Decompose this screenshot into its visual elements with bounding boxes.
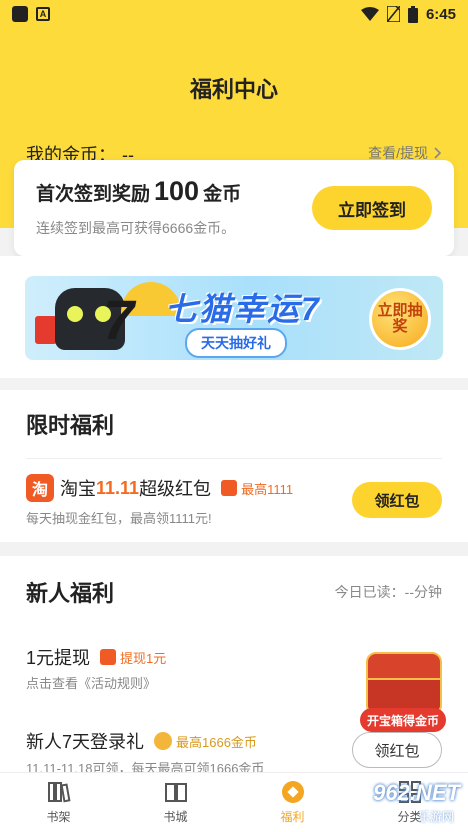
tab-label: 书架 [46,810,71,824]
a-notification-icon: A [36,7,50,21]
section-title-newbie: 新人福利 [26,581,115,606]
tab-label: 书城 [163,810,188,824]
signin-title-prefix: 首次签到奖励 [36,184,151,205]
signin-subtitle: 连续签到最高可获得6666金币。 [36,220,236,236]
taobao-title-prefix: 淘宝 [60,479,96,499]
banner-pill: 天天抽好礼 [185,328,287,358]
signin-title-suffix: 金币 [203,184,242,205]
max-badge: 最高1111 [221,479,293,498]
signin-button[interactable]: 立即签到 [312,186,432,230]
signin-card: 首次签到奖励 100 金币 连续签到最高可获得6666金币。 立即签到 [14,160,454,256]
status-time: 6:45 [425,5,456,23]
chevron-right-icon [434,147,442,159]
chest-lid-icon [366,652,442,680]
claim-redpacket-button[interactable]: 领红包 [352,482,442,518]
withdraw-title: 1元提现 [26,648,91,668]
tab-label: 福利 [280,810,305,824]
battery-icon [407,5,418,23]
status-bar: A 6:45 [0,0,468,28]
banner-section: 7 七猫幸运7 天天抽好礼 立即抽奖 [0,256,468,378]
chest-body-icon [366,678,442,712]
bookshelf-icon [47,782,71,803]
max-badge-label: 最高1111 [241,481,294,497]
seven-logo-icon: 7 [103,288,135,351]
section-title-limited: 限时福利 [26,413,115,438]
taobao-title-suffix: 超级红包 [139,479,212,499]
watermark-logo: 962.NET [373,780,460,805]
no-sim-icon [386,6,400,22]
coin-icon [154,732,173,750]
wifi-icon [360,7,379,21]
divider [26,458,442,459]
login-gift-button[interactable]: 领红包 [352,732,442,768]
withdraw-badge: 提现1元 [100,648,166,667]
rules-link[interactable]: 点击查看《活动规则》 [26,673,156,692]
signin-title-amount: 100 [154,176,200,206]
withdraw-row-title[interactable]: 1元提现 提现1元 [26,644,166,670]
book-icon [164,783,187,802]
tab-bookshelf[interactable]: 书架 [0,773,117,832]
withdraw-badge-label: 提现1元 [120,650,167,666]
treasure-label: 开宝箱得金币 [360,708,446,732]
login-gift-badge: 最高1666金币 [154,732,257,751]
lucky-draw-banner[interactable]: 7 七猫幸运7 天天抽好礼 立即抽奖 [25,276,443,360]
lucky-draw-button[interactable]: 立即抽奖 [369,288,431,350]
login-gift-row-title: 新人7天登录礼 最高1666金币 [26,728,257,754]
red-envelope-icon [221,480,238,496]
treasure-chest[interactable]: 开宝箱得金币 [358,652,448,732]
login-gift-title: 新人7天登录礼 [26,732,145,752]
signin-title: 首次签到奖励 100 金币 [36,176,241,207]
limited-section: 限时福利 淘 淘宝 11.11 超级红包 最高1111 每天抽现金红包，最高领111… [0,390,468,542]
login-gift-badge-label: 最高1666金币 [176,734,257,750]
welfare-icon [281,781,304,803]
watermark-sub: 乐游网 [417,810,454,824]
app-notification-icon [12,6,28,22]
page-title: 福利中心 [189,77,278,102]
taobao-title-highlight: 11.11 [96,477,140,498]
taobao-row-subtitle: 每天抽现金红包，最高领1111元! [26,511,212,526]
tab-welfare[interactable]: 福利 [234,773,351,832]
read-time: 今日已读：--分钟 [334,584,442,600]
taobao-icon: 淘 [26,474,54,502]
gift-icon [100,649,117,665]
banner-title: 七猫幸运7 [165,291,321,327]
red-packet-icon [35,316,57,344]
tab-bookstore[interactable]: 书城 [117,773,234,832]
taobao-row-title: 淘 淘宝 11.11 超级红包 最高1111 [26,474,293,502]
